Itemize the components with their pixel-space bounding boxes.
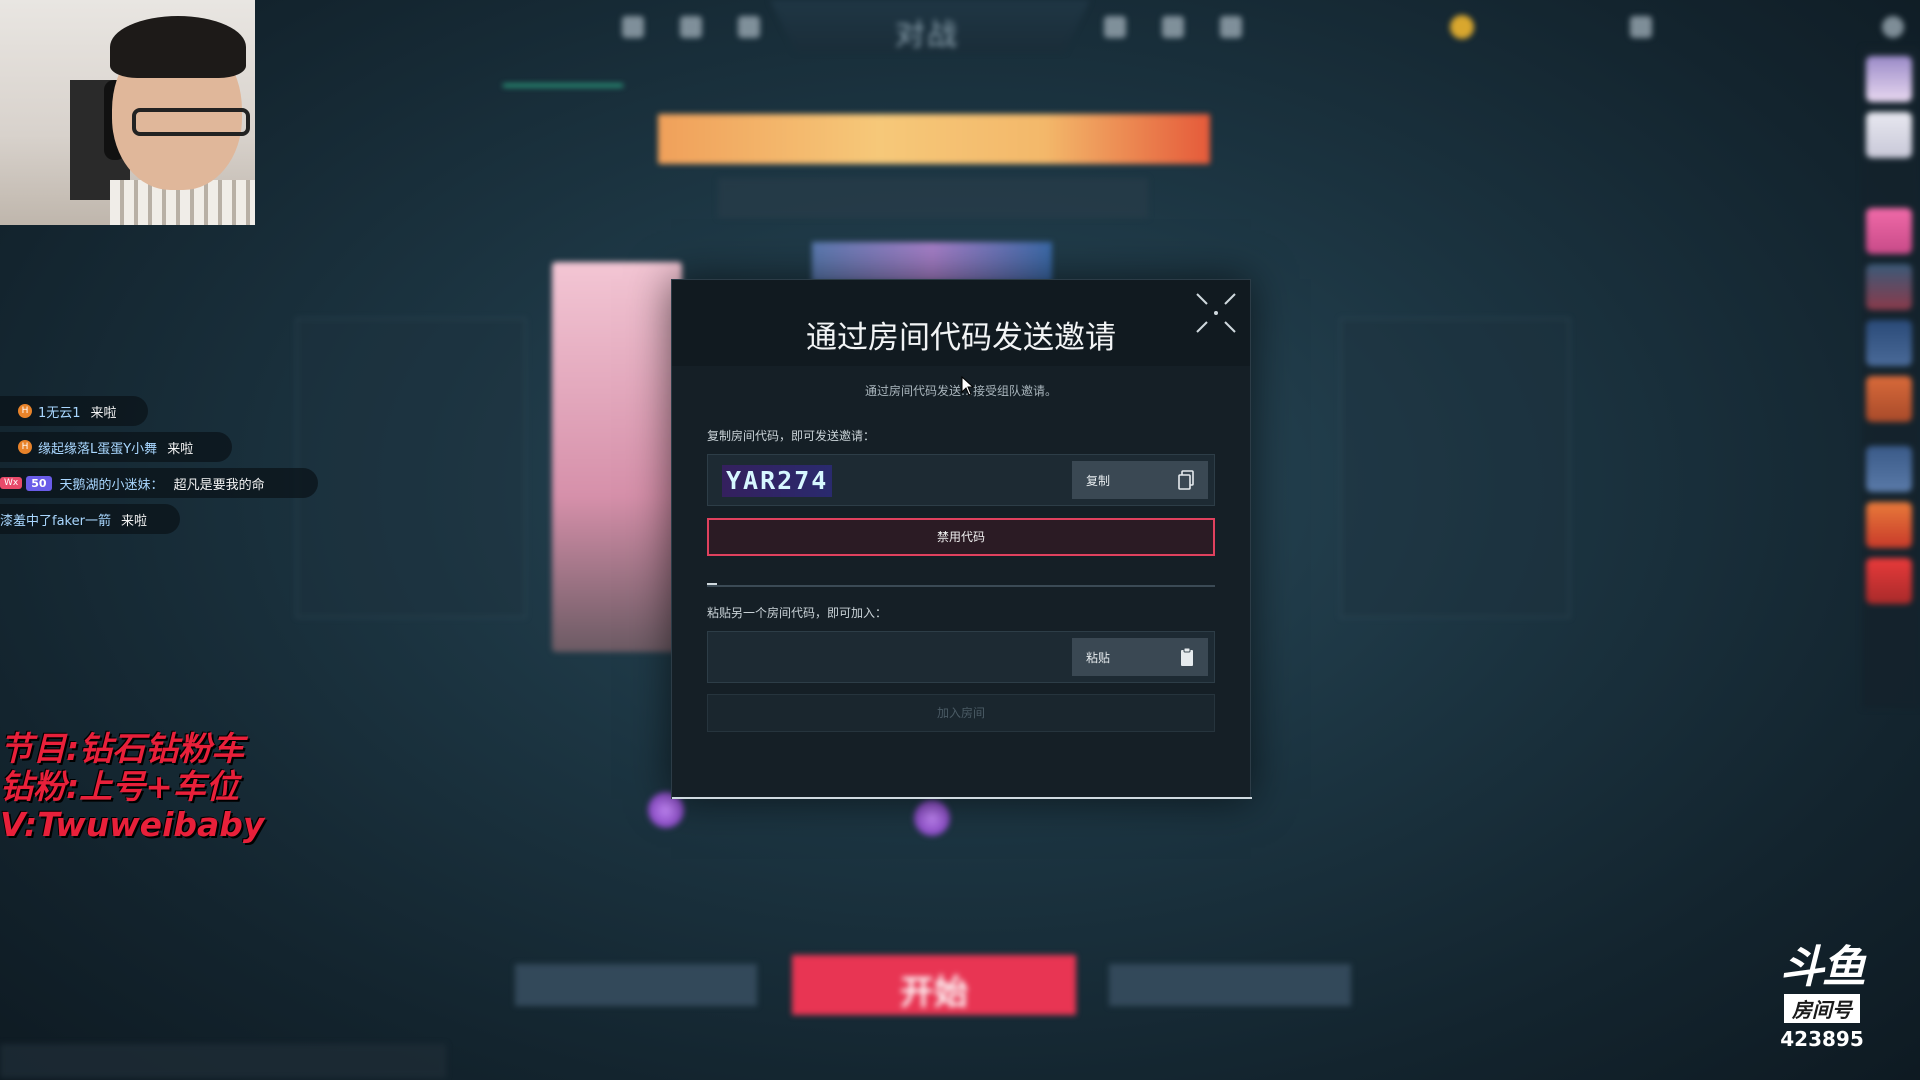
stream-chat: H 1无云1 来啦 H 缘起缘落L蛋蛋Y小舞 来啦 Wx 50 天鹅湖的小迷妹：… xyxy=(0,396,318,540)
room-label: 房间号 xyxy=(1784,994,1860,1023)
mode-tab[interactable] xyxy=(931,72,1051,87)
webcam-glasses xyxy=(132,108,250,136)
mode-tab[interactable] xyxy=(646,72,766,87)
join-room-button[interactable]: 加入房间 xyxy=(707,694,1215,732)
player-card xyxy=(552,262,682,652)
shirt-icon[interactable] xyxy=(738,16,760,38)
promo-line: 节目:钻石钻粉车 xyxy=(0,729,245,768)
copy-icon xyxy=(1178,470,1194,494)
mode-tab[interactable] xyxy=(360,72,480,87)
chat-username: 漆羞中了faker一箭 xyxy=(0,513,111,529)
mode-tab-active[interactable] xyxy=(502,72,623,87)
friend-avatar[interactable] xyxy=(1866,446,1912,492)
fan-badge-icon: H xyxy=(18,404,32,418)
chat-message: Wx 50 天鹅湖的小迷妹： 超凡是要我的命 xyxy=(0,468,318,498)
divider-accent xyxy=(707,583,717,585)
nav-title[interactable]: 对战 xyxy=(895,10,959,54)
chat-input-bar[interactable] xyxy=(0,1044,446,1078)
chat-username: 天鹅湖的小迷妹： xyxy=(59,477,164,493)
event-banner[interactable] xyxy=(658,114,1210,164)
chat-username: 缘起缘落L蛋蛋Y小舞 xyxy=(38,441,158,457)
friend-avatar[interactable] xyxy=(1866,320,1912,366)
chat-text: 来啦 xyxy=(167,441,194,457)
friend-avatar[interactable] xyxy=(1866,502,1912,548)
paste-button[interactable]: 粘贴 xyxy=(1072,638,1208,676)
friend-avatar[interactable] xyxy=(1866,56,1912,102)
dialog-header: 通过房间代码发送邀请 xyxy=(672,280,1250,366)
copy-button[interactable]: 复制 xyxy=(1072,461,1208,499)
chat-text: 来啦 xyxy=(120,513,147,529)
close-icon[interactable] xyxy=(1193,290,1239,336)
clipboard-icon xyxy=(1180,647,1194,671)
paste-button-label: 粘贴 xyxy=(1086,651,1111,665)
room-number: 423895 xyxy=(1780,1027,1864,1051)
mode-tab[interactable] xyxy=(1217,72,1337,87)
party-slot-empty[interactable] xyxy=(296,318,526,618)
friend-avatar[interactable] xyxy=(1866,376,1912,422)
chat-username: 1无云1 xyxy=(38,405,81,421)
friend-avatar[interactable] xyxy=(1866,112,1912,158)
mode-tabs xyxy=(360,72,1480,87)
stream-promo-text: 节目:钻石钻粉车 钻粉:上号+车位 V:Twuweibaby xyxy=(0,730,264,844)
mode-tab[interactable] xyxy=(1360,72,1480,87)
room-code-field[interactable]: YAR274 复制 xyxy=(707,454,1215,506)
section-divider xyxy=(707,585,1215,587)
promo-line: V:Twuweibaby xyxy=(0,805,265,844)
dialog-bottom-border xyxy=(672,797,1252,799)
douyu-logo: 斗鱼 xyxy=(1780,942,1866,993)
settings-icon[interactable] xyxy=(1882,16,1904,38)
side-button-left[interactable] xyxy=(515,964,757,1006)
chat-text: 来啦 xyxy=(90,405,117,421)
streamer-webcam xyxy=(0,0,255,225)
party-slot-empty[interactable] xyxy=(1340,318,1570,618)
room-code-value[interactable]: YAR274 xyxy=(722,465,833,497)
fan-badge-icon: H xyxy=(18,440,32,454)
cart-icon[interactable] xyxy=(1220,16,1242,38)
trophy-icon[interactable] xyxy=(1104,16,1126,38)
chat-text: 超凡是要我的命 xyxy=(173,477,265,493)
mission-icon[interactable] xyxy=(1630,16,1652,38)
friends-rail xyxy=(1862,48,1920,708)
dialog-title: 通过房间代码发送邀请 xyxy=(806,320,1116,356)
mode-tab[interactable] xyxy=(1074,72,1194,87)
promo-line: 钻粉:上号+车位 xyxy=(0,767,239,806)
webcam-hair xyxy=(110,16,246,78)
friend-avatar[interactable] xyxy=(1866,558,1912,604)
player-card-banner xyxy=(812,242,1052,282)
currency-icon xyxy=(1450,15,1474,39)
chat-message: H 缘起缘落L蛋蛋Y小舞 来啦 xyxy=(0,432,232,462)
disable-code-button[interactable]: 禁用代码 xyxy=(707,518,1215,556)
chat-message: H 1无云1 来啦 xyxy=(0,396,148,426)
paste-code-field[interactable]: 粘贴 xyxy=(707,631,1215,683)
side-button-right[interactable] xyxy=(1109,964,1351,1006)
mode-tab[interactable] xyxy=(789,72,909,87)
top-navigation: 对战 xyxy=(0,0,1920,56)
level-badge: 50 xyxy=(26,475,52,491)
friend-avatar[interactable] xyxy=(1866,208,1912,254)
party-mode-bar xyxy=(718,178,1148,218)
friend-avatar[interactable] xyxy=(1866,264,1912,310)
collection-icon[interactable] xyxy=(1162,16,1184,38)
tag-icon[interactable] xyxy=(680,16,702,38)
chat-message: 漆羞中了faker一箭 来啦 xyxy=(0,504,180,534)
start-button-label: 开始 xyxy=(900,973,968,1013)
douyu-watermark: 斗鱼 房间号 423895 xyxy=(1780,942,1866,1052)
copy-code-label: 复制房间代码，即可发送邀请： xyxy=(707,429,876,443)
copy-button-label: 复制 xyxy=(1086,474,1111,488)
rank-orb-icon xyxy=(914,800,950,836)
paste-code-label: 粘贴另一个房间代码，即可加入： xyxy=(707,606,888,620)
home-icon[interactable] xyxy=(622,16,644,38)
platform-tag: Wx xyxy=(0,477,23,489)
room-code-invite-dialog: 通过房间代码发送邀请 通过房间代码发送…接受组队邀请。 复制房间代码，即可发送邀… xyxy=(671,279,1252,799)
mouse-cursor-icon xyxy=(961,375,975,400)
